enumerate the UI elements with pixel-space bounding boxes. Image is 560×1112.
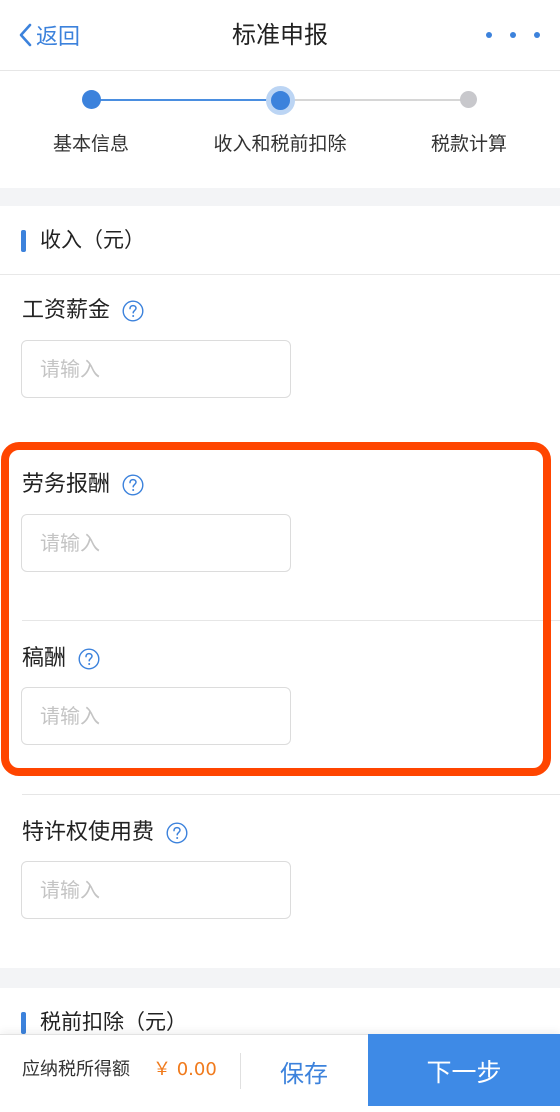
royalty-label: 特许权使用费 xyxy=(22,820,155,845)
section-gap xyxy=(0,188,560,206)
help-circle-icon[interactable] xyxy=(166,822,188,844)
step-dot-income-deductions xyxy=(266,86,295,115)
income-section-header: 收入（元） xyxy=(0,206,560,275)
labor-remuneration-label: 劳务报酬 xyxy=(22,472,111,497)
help-circle-icon[interactable] xyxy=(122,474,144,496)
bar-divider xyxy=(240,1053,241,1089)
field-label-row: 稿酬 xyxy=(22,642,100,676)
help-circle-icon[interactable] xyxy=(122,300,144,322)
taxable-income-label: 应纳税所得额 xyxy=(22,1059,130,1080)
salary-label: 工资薪金 xyxy=(22,298,111,323)
taxable-income-amount: ￥ 0.00 xyxy=(153,1059,217,1080)
more-dot-icon xyxy=(510,32,516,38)
step-label-basic-info: 基本信息 xyxy=(52,133,130,155)
save-button[interactable]: 保存 xyxy=(242,1035,366,1107)
bottom-action-bar: 应纳税所得额 ￥ 0.00 保存 下一步 xyxy=(0,1034,560,1107)
help-circle-icon[interactable] xyxy=(78,648,100,670)
next-step-button[interactable]: 下一步 xyxy=(368,1034,560,1107)
more-dot-icon xyxy=(486,32,492,38)
progress-stepper: 基本信息 收入和税前扣除 税款计算 xyxy=(0,71,560,188)
income-fields: 工资薪金 劳务报酬 稿酬 特许权使用费 xyxy=(0,275,560,968)
step-connector-todo xyxy=(280,99,468,101)
author-remuneration-input[interactable] xyxy=(21,687,291,745)
step-dot-tax-calc xyxy=(460,91,477,108)
field-divider xyxy=(22,794,560,795)
bottom-safe-area xyxy=(0,1106,560,1112)
more-dot-icon xyxy=(534,32,540,38)
step-label-tax-calc: 税款计算 xyxy=(430,133,508,155)
step-label-income-deductions: 收入和税前扣除 xyxy=(213,133,347,155)
step-dot-basic-info xyxy=(82,90,101,109)
section-gap xyxy=(0,968,560,988)
salary-input[interactable] xyxy=(21,340,291,398)
step-connector-done xyxy=(92,99,280,101)
field-label-row: 特许权使用费 xyxy=(22,816,188,850)
nav-bar: 返回 标准申报 xyxy=(0,0,560,71)
field-label-row: 工资薪金 xyxy=(22,294,144,328)
more-menu-button[interactable] xyxy=(486,24,540,46)
author-remuneration-label: 稿酬 xyxy=(22,646,67,671)
labor-remuneration-input[interactable] xyxy=(21,514,291,572)
royalty-input[interactable] xyxy=(21,861,291,919)
field-label-row: 劳务报酬 xyxy=(22,468,144,502)
section-accent-bar xyxy=(21,1012,26,1034)
page-title: 标准申报 xyxy=(232,21,328,49)
income-section-title: 收入（元） xyxy=(40,228,145,252)
field-divider xyxy=(22,620,560,621)
section-accent-bar xyxy=(21,230,26,252)
